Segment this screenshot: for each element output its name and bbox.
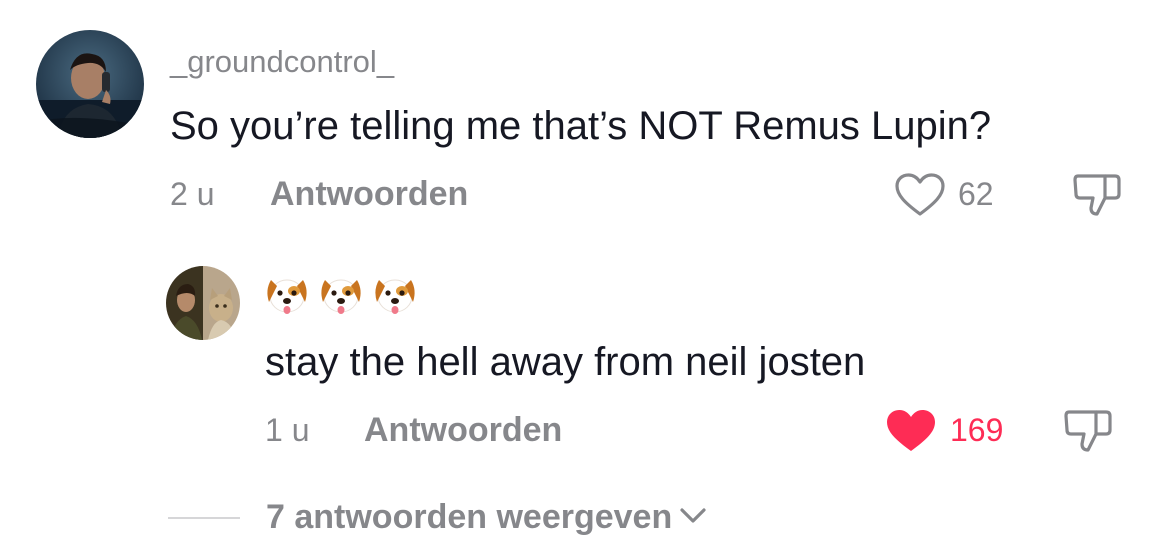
reply-dislike-button[interactable] (1062, 406, 1116, 456)
reply-username[interactable] (263, 272, 419, 323)
thumbs-down-icon (1064, 410, 1112, 452)
heart-filled-icon (887, 410, 935, 451)
comment-text: So you’re telling me that’s NOT Remus Lu… (170, 104, 992, 148)
reply-like-count: 169 (950, 412, 1004, 448)
thumbs-down-icon (1073, 174, 1121, 216)
comment-username[interactable]: _groundcontrol_ (170, 46, 394, 77)
replies-divider (168, 517, 240, 519)
dog-face-emoji (263, 272, 311, 323)
comment-reply-button[interactable]: Antwoorden (270, 177, 468, 211)
view-replies-button[interactable]: 7 antwoorden weergeven (266, 500, 708, 534)
reply-like-button[interactable] (884, 408, 938, 454)
heart-outline-icon (895, 173, 945, 216)
view-replies-label: 7 antwoorden weergeven (266, 498, 673, 536)
dog-face-emoji (371, 272, 419, 323)
chevron-down-icon (678, 504, 708, 531)
dog-face-emoji (317, 272, 365, 323)
comment-dislike-button[interactable] (1071, 170, 1125, 220)
comment-avatar[interactable] (36, 30, 144, 138)
reply-timestamp: 1 u (265, 412, 310, 448)
reply-text: stay the hell away from neil josten (265, 340, 866, 384)
reply-reply-button[interactable]: Antwoorden (364, 413, 562, 447)
reply-avatar[interactable] (166, 266, 240, 340)
comment-timestamp: 2 u (170, 176, 215, 212)
comment-like-button[interactable] (893, 172, 947, 218)
comment-like-count: 62 (958, 176, 994, 212)
